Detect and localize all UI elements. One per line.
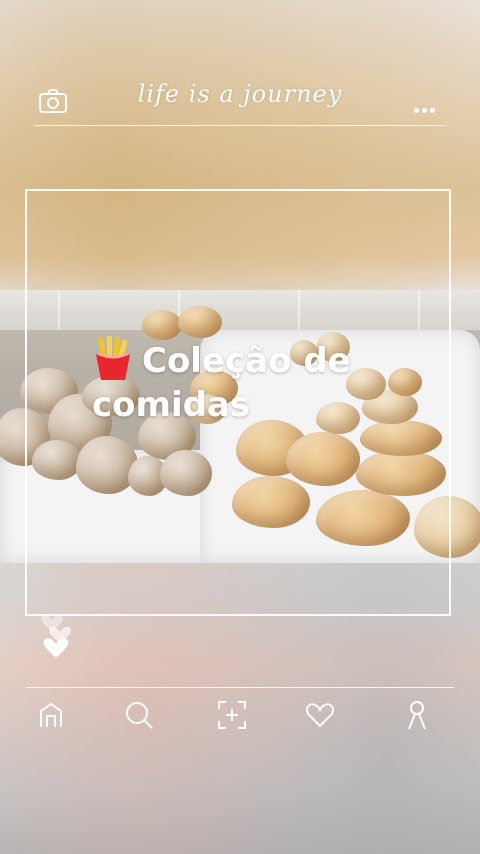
bottom-nav (0, 695, 480, 739)
bottom-divider (26, 687, 454, 688)
hearts-icon[interactable] (40, 610, 80, 670)
top-bar: life is a journey (0, 76, 480, 126)
caption-line-2: comidas (92, 385, 251, 425)
profile-icon[interactable] (397, 695, 437, 735)
home-icon[interactable] (31, 695, 71, 735)
heart-icon[interactable] (300, 695, 340, 735)
search-icon[interactable] (119, 695, 159, 735)
add-post-icon[interactable] (212, 695, 252, 735)
top-divider (34, 125, 446, 126)
caption-line-1: Coleção de (142, 341, 351, 381)
more-dots-icon[interactable] (414, 98, 442, 113)
post-caption: Coleção de comidas (92, 336, 432, 427)
french-fries-icon (92, 336, 134, 380)
brand-title: life is a journey (137, 80, 343, 108)
